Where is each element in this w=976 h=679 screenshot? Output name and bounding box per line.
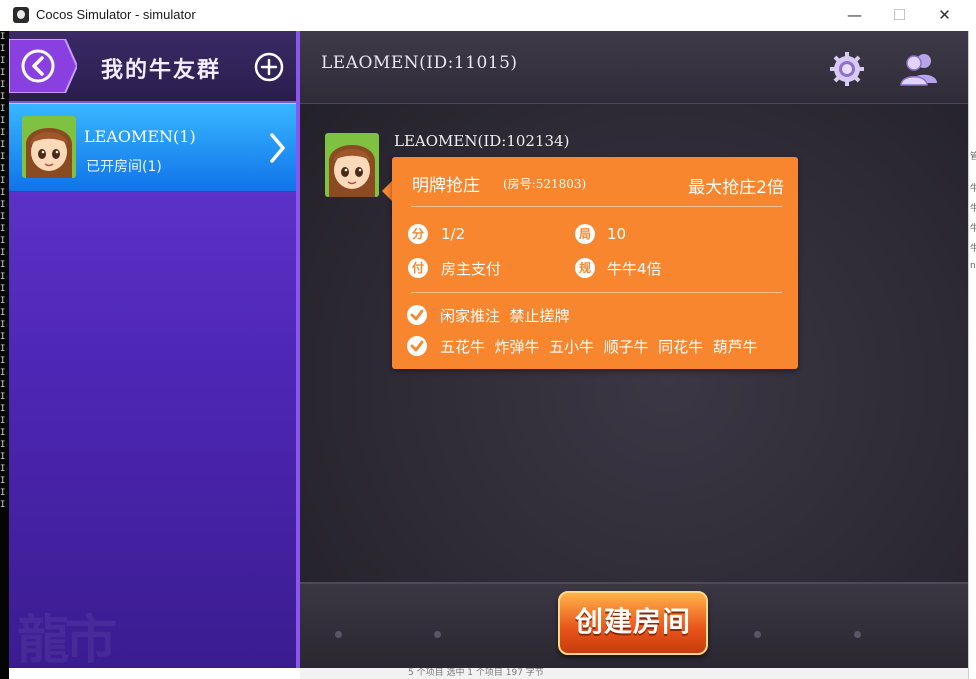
console-glyph: I: [0, 104, 6, 114]
background-status-bar: 5 个项目 选中 1 个项目 197 字节: [300, 668, 968, 679]
console-glyph: I: [0, 140, 6, 150]
rounds-value: 10: [607, 225, 627, 243]
decor-pin: [335, 631, 342, 638]
console-glyph: I: [0, 248, 6, 258]
game-canvas: LEAOMEN(ID:11015) 龍市 我的牛友群 LEAOMEN(1) 已开…: [9, 31, 968, 668]
decor-pin: [854, 631, 861, 638]
check-icon: [407, 336, 427, 356]
rule-icon: 规: [575, 258, 595, 278]
console-glyph: I: [0, 188, 6, 198]
watermark-text: 龍市: [17, 611, 117, 668]
console-glyph: I: [0, 356, 6, 366]
console-glyph: I: [0, 224, 6, 234]
option-line: 闲家推注 禁止搓牌: [440, 307, 570, 325]
sidebar-header: 我的牛友群: [9, 31, 296, 103]
console-glyph: I: [0, 332, 6, 342]
console-glyph: I: [0, 284, 6, 294]
maximize-button[interactable]: ☐: [877, 0, 922, 31]
room-owner-avatar: [325, 133, 379, 197]
rounds-icon: 局: [575, 224, 595, 244]
close-button[interactable]: ✕: [922, 0, 967, 31]
members-icon[interactable]: [897, 49, 941, 89]
console-glyph: I: [0, 344, 6, 354]
console-glyph: I: [0, 452, 6, 462]
sidebar-title: 我的牛友群: [101, 58, 222, 83]
console-glyph: I: [0, 152, 6, 162]
console-glyph: I: [0, 392, 6, 402]
console-glyph: I: [0, 44, 6, 54]
group-list-item[interactable]: LEAOMEN(1) 已开房间(1): [9, 103, 296, 192]
cocos-app-icon: [13, 7, 29, 23]
payment-icon: 付: [408, 258, 428, 278]
room-owner-name: LEAOMEN(ID:102134): [394, 132, 570, 150]
decor-pin: [754, 631, 761, 638]
console-glyph: I: [0, 368, 6, 378]
card-divider: [411, 206, 782, 207]
console-glyph: I: [0, 488, 6, 498]
header-title: LEAOMEN(ID:11015): [321, 53, 518, 73]
group-sidebar: 龍市 我的牛友群 LEAOMEN(1) 已开房间(1): [9, 31, 300, 668]
rule-value: 牛牛4倍: [607, 260, 662, 278]
group-name: LEAOMEN(1): [84, 127, 196, 146]
console-glyph: I: [0, 212, 6, 222]
window-title: Cocos Simulator - simulator: [36, 7, 196, 22]
console-glyph: I: [0, 416, 6, 426]
score-icon: 分: [408, 224, 428, 244]
background-editor-strip: 管牛牛牛牛n: [968, 31, 976, 679]
console-glyph: I: [0, 128, 6, 138]
settings-gear-icon[interactable]: [827, 49, 867, 89]
console-glyph: I: [0, 404, 6, 414]
max-grab-multiplier: 最大抢庄2倍: [688, 178, 784, 198]
back-button[interactable]: [9, 38, 79, 94]
add-group-plus-icon[interactable]: [254, 52, 284, 82]
console-glyph: I: [0, 68, 6, 78]
editor-glyph: n: [970, 261, 976, 271]
console-glyph: I: [0, 200, 6, 210]
option-line: 五花牛 炸弹牛 五小牛 顺子牛 同花牛 葫芦牛: [440, 338, 758, 356]
console-glyph: I: [0, 500, 6, 510]
console-glyph: I: [0, 164, 6, 174]
room-number: (房号:521803): [503, 177, 587, 191]
group-open-rooms: 已开房间(1): [86, 159, 162, 175]
console-glyph: I: [0, 440, 6, 450]
card-divider: [411, 292, 782, 293]
console-glyph: I: [0, 308, 6, 318]
editor-glyph: 牛: [970, 244, 976, 254]
console-glyph: I: [0, 428, 6, 438]
console-glyph: I: [0, 464, 6, 474]
console-glyph: I: [0, 320, 6, 330]
payment-value: 房主支付: [441, 260, 502, 278]
minimize-button[interactable]: —: [832, 0, 877, 31]
console-glyph: I: [0, 260, 6, 270]
score-value: 1/2: [441, 225, 466, 243]
check-icon: [407, 305, 427, 325]
console-glyph: I: [0, 380, 6, 390]
console-glyph: I: [0, 56, 6, 66]
console-glyph: I: [0, 116, 6, 126]
editor-glyph: 牛: [970, 224, 976, 234]
card-pointer: [382, 181, 392, 201]
console-glyph: I: [0, 296, 6, 306]
console-glyph: I: [0, 32, 6, 42]
create-room-button[interactable]: 创建房间: [558, 591, 708, 655]
console-glyph: I: [0, 92, 6, 102]
editor-glyph: 牛: [970, 204, 976, 214]
console-glyph: I: [0, 272, 6, 282]
console-glyph: I: [0, 236, 6, 246]
decor-pin: [434, 631, 441, 638]
room-info-card[interactable]: 明牌抢庄 (房号:521803) 最大抢庄2倍 分 1/2 局 10 付 房主支…: [392, 157, 798, 369]
editor-glyph: 管: [970, 152, 976, 162]
room-mode: 明牌抢庄: [412, 176, 480, 196]
window-titlebar: Cocos Simulator - simulator — ☐ ✕: [0, 0, 976, 31]
group-avatar: [22, 116, 76, 178]
background-console-strip: IIIIIIIIIIIIIIIIIIIIIIIIIIIIIIIIIIIIIIII: [0, 31, 9, 679]
console-glyph: I: [0, 80, 6, 90]
console-glyph: I: [0, 476, 6, 486]
chevron-right-icon: [267, 131, 287, 165]
console-glyph: I: [0, 176, 6, 186]
editor-glyph: 牛: [970, 184, 976, 194]
